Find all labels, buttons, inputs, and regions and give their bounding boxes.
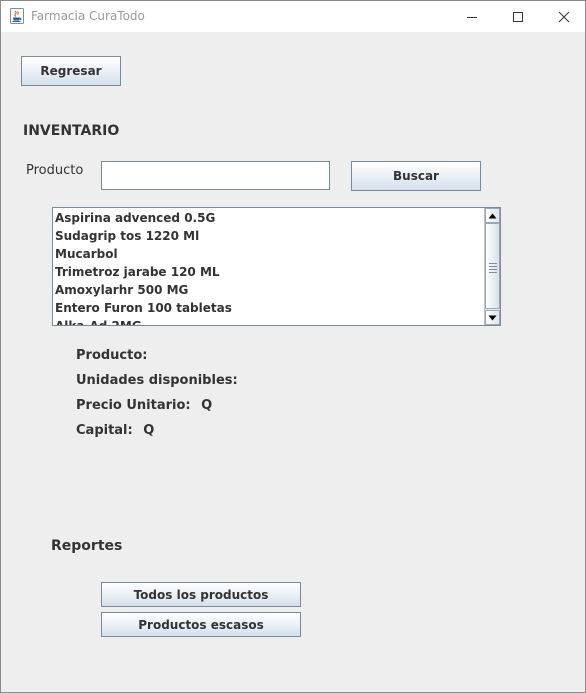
back-button[interactable]: Regresar bbox=[21, 56, 121, 86]
search-button[interactable]: Buscar bbox=[351, 161, 481, 191]
minimize-icon bbox=[467, 17, 477, 18]
list-item[interactable]: Amoxylarhr 500 MG bbox=[55, 281, 483, 299]
arrow-up-icon bbox=[488, 213, 497, 219]
unit-price-currency: Q bbox=[201, 398, 213, 413]
window-title: Farmacia CuraTodo bbox=[31, 9, 145, 23]
capital-currency: Q bbox=[143, 423, 155, 438]
unit-price-label: Precio Unitario: bbox=[76, 398, 191, 413]
java-coffee-cup-icon bbox=[10, 8, 24, 24]
list-item[interactable]: Alka-Ad 2MG bbox=[55, 317, 483, 325]
scroll-down-button[interactable] bbox=[485, 310, 500, 325]
arrow-down-icon bbox=[488, 315, 497, 321]
product-search-input[interactable] bbox=[101, 161, 330, 190]
product-search-label: Producto bbox=[26, 163, 84, 178]
close-icon bbox=[558, 11, 570, 23]
product-list[interactable]: Aspirina advenced 0.5G Sudagrip tos 1220… bbox=[52, 207, 501, 326]
app-window: Farmacia CuraTodo Regresar INVENTARIO Pr… bbox=[0, 0, 586, 693]
product-list-items: Aspirina advenced 0.5G Sudagrip tos 1220… bbox=[55, 209, 483, 325]
capital-row: Capital: Q bbox=[76, 423, 154, 438]
maximize-button[interactable] bbox=[495, 1, 541, 32]
list-item[interactable]: Entero Furon 100 tabletas bbox=[55, 299, 483, 317]
units-available-label: Unidades disponibles: bbox=[76, 373, 238, 388]
inventory-heading: INVENTARIO bbox=[23, 123, 120, 139]
product-detail-label: Producto: bbox=[76, 348, 148, 363]
capital-label: Capital: bbox=[76, 423, 133, 438]
scarce-products-report-button[interactable]: Productos escasos bbox=[101, 612, 301, 637]
maximize-icon bbox=[513, 12, 523, 22]
unit-price-row: Precio Unitario: Q bbox=[76, 398, 212, 413]
close-button[interactable] bbox=[541, 1, 585, 32]
all-products-report-button[interactable]: Todos los productos bbox=[101, 582, 301, 607]
scroll-up-button[interactable] bbox=[485, 208, 500, 223]
minimize-button[interactable] bbox=[449, 1, 495, 32]
list-item[interactable]: Sudagrip tos 1220 Ml bbox=[55, 227, 483, 245]
scroll-thumb[interactable] bbox=[485, 223, 500, 309]
title-bar[interactable]: Farmacia CuraTodo bbox=[1, 1, 585, 32]
product-list-scrollbar[interactable] bbox=[484, 208, 500, 325]
list-item[interactable]: Trimetroz jarabe 120 ML bbox=[55, 263, 483, 281]
list-item[interactable]: Mucarbol bbox=[55, 245, 483, 263]
reports-heading: Reportes bbox=[51, 538, 123, 554]
list-item[interactable]: Aspirina advenced 0.5G bbox=[55, 209, 483, 227]
